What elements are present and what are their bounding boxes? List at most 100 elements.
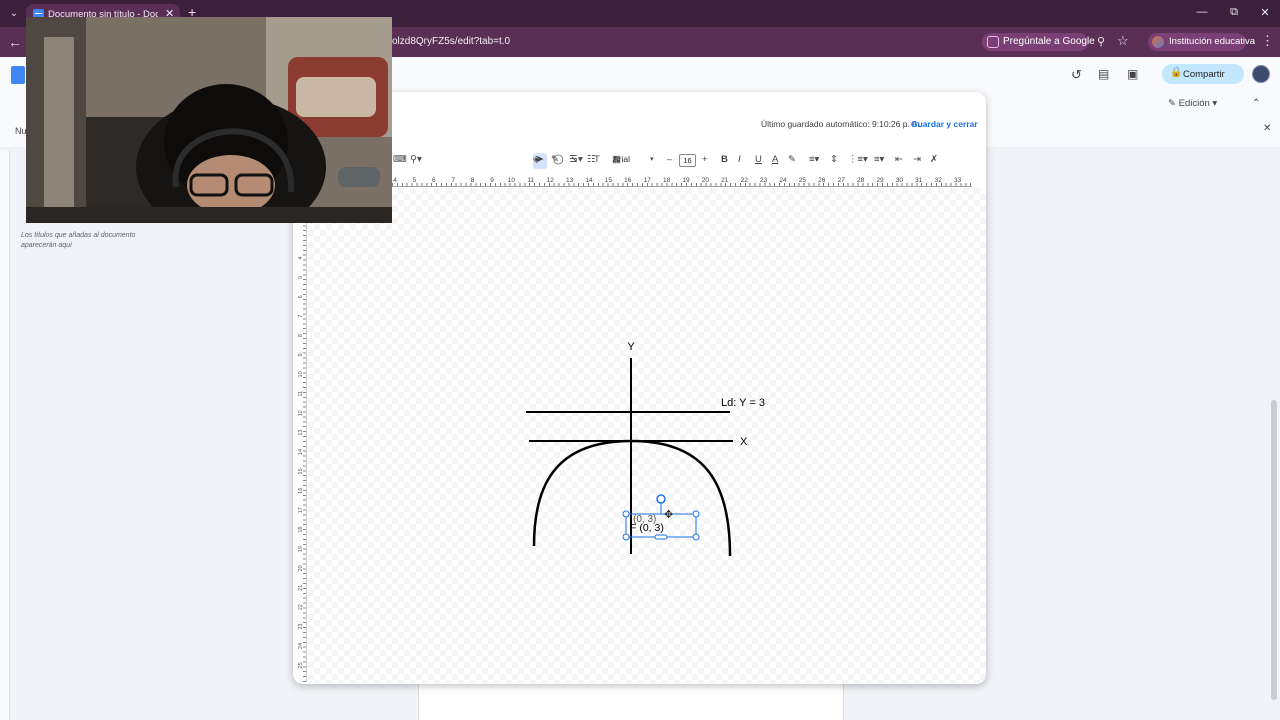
vruler-tick-label: 4 [298,256,304,259]
editing-mode-label: Edición [1178,98,1210,109]
ruler-tick-label: 6 [432,177,436,184]
ruler-tick-label: 15 [605,177,613,184]
focus-label[interactable]: F (0, 3) [630,522,664,534]
ruler-tick-label: 10 [508,177,516,184]
vruler-tick-label: 9 [298,353,304,356]
bulleted-list-icon[interactable]: ⋮≡▾ [848,154,868,165]
browser-menu-icon[interactable]: ⋮ [1261,33,1274,49]
resize-handle-s[interactable] [654,534,668,540]
border-weight-icon[interactable]: ☰ [569,154,578,165]
address-bar-url[interactable]: olzd8QryFZ5s/edit?tab=t.0 [392,36,510,47]
collapse-chevron-icon[interactable]: ⌃ [1252,98,1260,109]
decrease-indent-icon[interactable]: ⇤ [895,154,903,165]
ruler-tick-label: 24 [779,177,787,184]
font-family-select[interactable]: Arial [613,154,630,164]
increase-font-icon[interactable]: + [702,154,708,165]
vruler-tick-label: 24 [298,643,304,649]
drawing-canvas[interactable]: Y X Ld: Y = 3 (0, 3) F (0, 3) ✥ [308,188,986,684]
docs-logo-icon[interactable] [11,66,25,84]
vruler-tick-label: 10 [298,371,304,377]
text-color-icon[interactable]: A [772,154,778,165]
italic-icon[interactable]: I [738,154,741,165]
resize-handle-nw[interactable] [622,510,630,518]
decrease-font-icon[interactable]: – [667,154,672,165]
vruler-tick-label: 5 [298,276,304,279]
minimize-icon[interactable]: — [1194,6,1210,18]
back-arrow-icon[interactable]: ← [8,34,22,50]
comments-icon[interactable]: ▤ [1098,67,1109,81]
vruler-tick-label: 6 [298,295,304,298]
meet-camera-icon[interactable]: ▣ [1127,67,1138,81]
vruler-tick-label: 17 [298,507,304,513]
zoom-icon[interactable]: ⚲▾ [410,154,422,165]
ruler-tick-label: 23 [760,177,768,184]
docs-vertical-ruler [0,150,10,720]
bookmark-star-icon[interactable]: ☆ [1117,33,1129,49]
bold-icon[interactable]: B [721,154,728,165]
share-label: Compartir [1183,69,1225,80]
border-dash-icon[interactable]: ☷ [587,154,596,165]
resize-handle-se[interactable] [692,533,700,541]
share-button[interactable]: 🔒 Compartir [1162,64,1244,84]
directrix-label[interactable]: Ld: Y = 3 [721,397,765,409]
ruler-tick-label: 22 [741,177,749,184]
numbered-list-icon[interactable]: ≡▾ [874,154,884,165]
vruler-tick-label: 11 [298,391,304,397]
font-dropdown-icon[interactable]: ▾ [650,155,654,163]
profile-chip[interactable]: Institución educativa [1148,33,1255,51]
vruler-tick-label: 12 [298,410,304,416]
resize-handle-ne[interactable] [692,510,700,518]
ruler-tick-label: 13 [566,177,574,184]
lock-icon: 🔒 [1170,67,1183,78]
ruler-tick-label: 30 [896,177,904,184]
ruler-tick-label: 27 [838,177,846,184]
paint-format-icon[interactable]: ⌨ [393,154,407,165]
line-spacing-icon[interactable]: ⇕ [830,154,838,165]
scrollbar-thumb[interactable] [1271,400,1277,700]
vruler-tick-label: 8 [298,334,304,337]
ruler-tick-label: 14 [585,177,593,184]
restore-icon[interactable]: ⧉ [1226,6,1242,19]
ask-google-button[interactable]: Pregúntale a Google [982,33,1095,51]
document-page[interactable] [418,684,844,720]
tab-search-chevron-icon[interactable]: ⌄ [6,6,22,22]
rotate-handle[interactable] [656,494,666,504]
vruler-tick-label: 25 [298,662,304,668]
ruler-tick-label: 5 [413,177,417,184]
clear-format-icon[interactable]: ✗ [930,154,938,165]
align-icon[interactable]: ≡▾ [809,154,819,165]
ruler-tick-label: 26 [818,177,826,184]
ruler-tick-label: 33 [954,177,962,184]
zoom-search-icon[interactable]: ⚲ [1097,35,1105,48]
font-size-input[interactable]: 16 [679,154,696,167]
account-avatar[interactable] [1252,65,1270,83]
increase-indent-icon[interactable]: ⇥ [913,154,921,165]
drawing-dialog: Último guardado automático: 9:10:26 p. m… [293,92,986,684]
vruler-tick-label: 18 [298,527,304,533]
ruler-tick-label: 9 [490,177,494,184]
fill-color-icon[interactable]: ◈ [533,154,540,165]
ruler-tick-label: 11 [527,177,534,184]
highlight-icon[interactable]: ✎ [788,154,796,165]
y-axis-label[interactable]: Y [627,341,635,353]
focus-textbox[interactable]: (0, 3) F (0, 3) ✥ [622,494,700,541]
save-and-close-button[interactable]: Guardar y cerrar [911,119,978,129]
x-axis-label[interactable]: X [740,436,748,448]
vruler-tick-label: 13 [298,430,304,436]
vruler-tick-label: 15 [298,468,304,474]
history-icon[interactable]: ↺ [1071,67,1082,83]
vruler-tick-label: 22 [298,604,304,610]
vruler-tick-label: 14 [298,449,304,455]
resize-handle-sw[interactable] [622,533,630,541]
editing-mode-selector[interactable]: ✎ Edición ▾ [1168,98,1217,109]
vruler-tick-label: 19 [298,546,304,552]
window-close-icon[interactable]: ✕ [1257,6,1273,19]
ruler-tick-label: 8 [471,177,475,184]
panel-close-icon[interactable]: ✕ [1263,123,1271,134]
webcam-person-image [26,17,392,223]
border-color-icon[interactable]: ✎ [551,154,559,165]
vruler-tick-label: 7 [298,315,304,318]
vruler-tick-label: 23 [298,624,304,630]
underline-icon[interactable]: U [755,154,762,165]
move-cursor-icon: ✥ [664,508,673,521]
